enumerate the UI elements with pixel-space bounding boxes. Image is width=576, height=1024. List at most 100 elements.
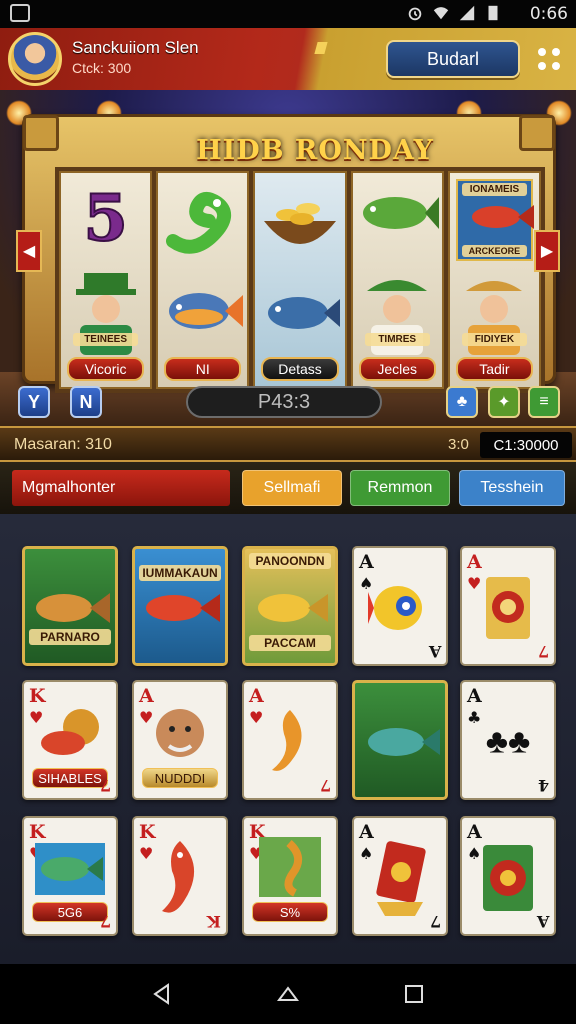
reel-label: Detass — [261, 357, 339, 381]
card-item[interactable]: PANOONDN PACCAM — [242, 546, 338, 666]
info-mid-value: 3:0 — [448, 436, 469, 453]
card-item[interactable]: K ♥ 5G6 7 — [22, 816, 118, 936]
card-item[interactable]: K ♥ S% — [242, 816, 338, 936]
card-item[interactable]: A ♥ NUDDDI — [132, 680, 228, 800]
list-icon[interactable]: ≡ — [528, 386, 560, 418]
slot-frame: HIDB RONDAY 5 TEINEES Vicoric NI Detass … — [22, 114, 556, 393]
card-rank: A — [467, 685, 482, 707]
card-label: 5G6 — [32, 902, 108, 922]
card-rank: A — [467, 551, 482, 573]
grid-menu-icon[interactable] — [536, 46, 562, 72]
card-item[interactable] — [352, 680, 448, 800]
player-balance: Ctck: 300 — [72, 60, 132, 76]
home-icon[interactable] — [276, 982, 300, 1006]
credit-display: C1:30000 — [480, 432, 572, 458]
serpent-symbol-icon — [165, 191, 231, 254]
reels: 5 TEINEES Vicoric NI Detass TIMRES Jecle… — [55, 167, 545, 393]
reel-2[interactable]: NI — [156, 171, 250, 389]
frame-ornament-icon — [23, 115, 59, 151]
status-bar: 0:66 — [0, 0, 576, 28]
fish-symbol-icon — [268, 297, 340, 329]
card-item[interactable]: PARNARO — [22, 546, 118, 666]
tiger-icon — [156, 709, 204, 758]
green-fish-symbol-icon — [363, 197, 440, 229]
card-item[interactable]: K ♥ K — [132, 816, 228, 936]
category-select[interactable]: Mgmalhonter — [12, 470, 230, 506]
fish-symbol-icon — [168, 293, 243, 329]
fish-icon — [36, 593, 110, 624]
card-item[interactable]: A ♣ ♣♣ 4 — [460, 680, 556, 800]
player-name: Sanckuiiom Slen — [72, 38, 199, 57]
card-item[interactable]: A ♠ 7 — [352, 816, 448, 936]
reel-5[interactable]: IONAMEIS ARCKEORE FIDIYEK Tadir — [447, 171, 542, 389]
reel-label: NI — [164, 357, 242, 381]
recents-icon[interactable] — [402, 982, 426, 1006]
koi-fish-icon — [162, 841, 195, 913]
slot-machine-area: HIDB RONDAY 5 TEINEES Vicoric NI Detass … — [0, 90, 576, 426]
reel-badge: TIMRES — [364, 333, 430, 346]
golden-carp-icon — [272, 710, 302, 772]
reel-4[interactable]: TIMRES Jecles — [350, 171, 444, 389]
clover-icon[interactable]: ♣ — [446, 386, 478, 418]
card-grid: PARNARO IUMMAKAUN PANOONDN PACCAM A ♠ A … — [0, 514, 576, 964]
reel-3[interactable]: Detass — [253, 171, 347, 389]
reel-right-arrow[interactable]: ▶ — [534, 230, 560, 272]
reel-1[interactable]: 5 TEINEES Vicoric — [59, 171, 153, 389]
card-rank-bottom: 7 — [99, 776, 111, 795]
coin-bowl-symbol-icon — [264, 203, 336, 244]
back-icon[interactable] — [150, 982, 174, 1006]
wifi-icon — [433, 7, 449, 20]
alarm-icon — [408, 7, 422, 21]
card-item[interactable]: A ♥ 7 — [460, 546, 556, 666]
reel-left-arrow[interactable]: ◀ — [16, 230, 42, 272]
filter-button-sellmafi[interactable]: Sellmafi — [242, 470, 342, 506]
card-item[interactable]: IUMMAKAUN — [132, 546, 228, 666]
golden-fish-icon — [258, 594, 328, 623]
masaran-value: Masaran: 310 — [14, 436, 112, 453]
card-label: SIHABLES — [32, 768, 108, 788]
signal-icon — [459, 5, 475, 21]
suit-icon: ♣ — [467, 708, 482, 727]
card-rank: A — [359, 551, 374, 573]
status-icons — [406, 4, 502, 22]
filter-button-remmon[interactable]: Remmon — [350, 470, 450, 506]
card-rank-bottom: A — [536, 912, 549, 931]
top-action-button[interactable]: Budarl — [386, 40, 520, 78]
card-rank-bottom: 7 — [537, 642, 549, 661]
card-rank-bottom: A — [428, 642, 441, 661]
card-rank-bottom: K — [207, 912, 221, 931]
jungle-fish-icon — [368, 728, 440, 757]
card-rank: A — [467, 821, 482, 843]
reel-label: Jecles — [358, 357, 436, 381]
red-fish-icon — [471, 205, 534, 229]
card-title: PANOONDN — [249, 553, 331, 569]
reel-label: Vicoric — [67, 357, 145, 381]
n-button[interactable]: N — [70, 386, 102, 418]
y-button[interactable]: Y — [18, 386, 50, 418]
avatar[interactable] — [8, 32, 62, 86]
game-header: Sanckuiiom Slen Ctck: 300 Budarl — [0, 28, 576, 90]
card-rank-bottom: 7 — [99, 912, 111, 931]
card-label: S% — [252, 902, 328, 922]
card-item[interactable]: A ♠ A — [352, 546, 448, 666]
game-screen: 0:66 Sanckuiiom Slen Ctck: 300 Budarl HI… — [0, 0, 576, 1024]
notification-icon — [10, 4, 30, 22]
card-title: IUMMAKAUN — [139, 565, 221, 581]
scroll-emblem-icon — [376, 841, 426, 917]
gem-icon — [314, 42, 328, 54]
filter-button-tesshein[interactable]: Tesshein — [459, 470, 565, 506]
info-bar: Masaran: 310 3:0 C1:30000 — [0, 426, 576, 462]
reel-feature-card: IONAMEIS ARCKEORE — [455, 179, 534, 261]
card-item[interactable]: A ♠ A — [460, 816, 556, 936]
filter-row: Mgmalhonter Sellmafi Remmon Tesshein — [0, 462, 576, 514]
spin-display[interactable]: P43:3 — [186, 386, 382, 418]
card-rank-bottom: 4 — [537, 776, 549, 795]
card-item[interactable]: K ♥ SIHABLES 7 — [22, 680, 118, 800]
navigation-bar — [0, 964, 576, 1024]
card-item[interactable]: A ♥ 7 — [242, 680, 338, 800]
feature-card-title: IONAMEIS — [461, 183, 528, 196]
settings-icon[interactable]: ✦ — [488, 386, 520, 418]
reel-badge: TEINEES — [73, 333, 139, 346]
tropical-fish-icon — [368, 586, 422, 631]
reel-label: Tadir — [455, 357, 534, 381]
